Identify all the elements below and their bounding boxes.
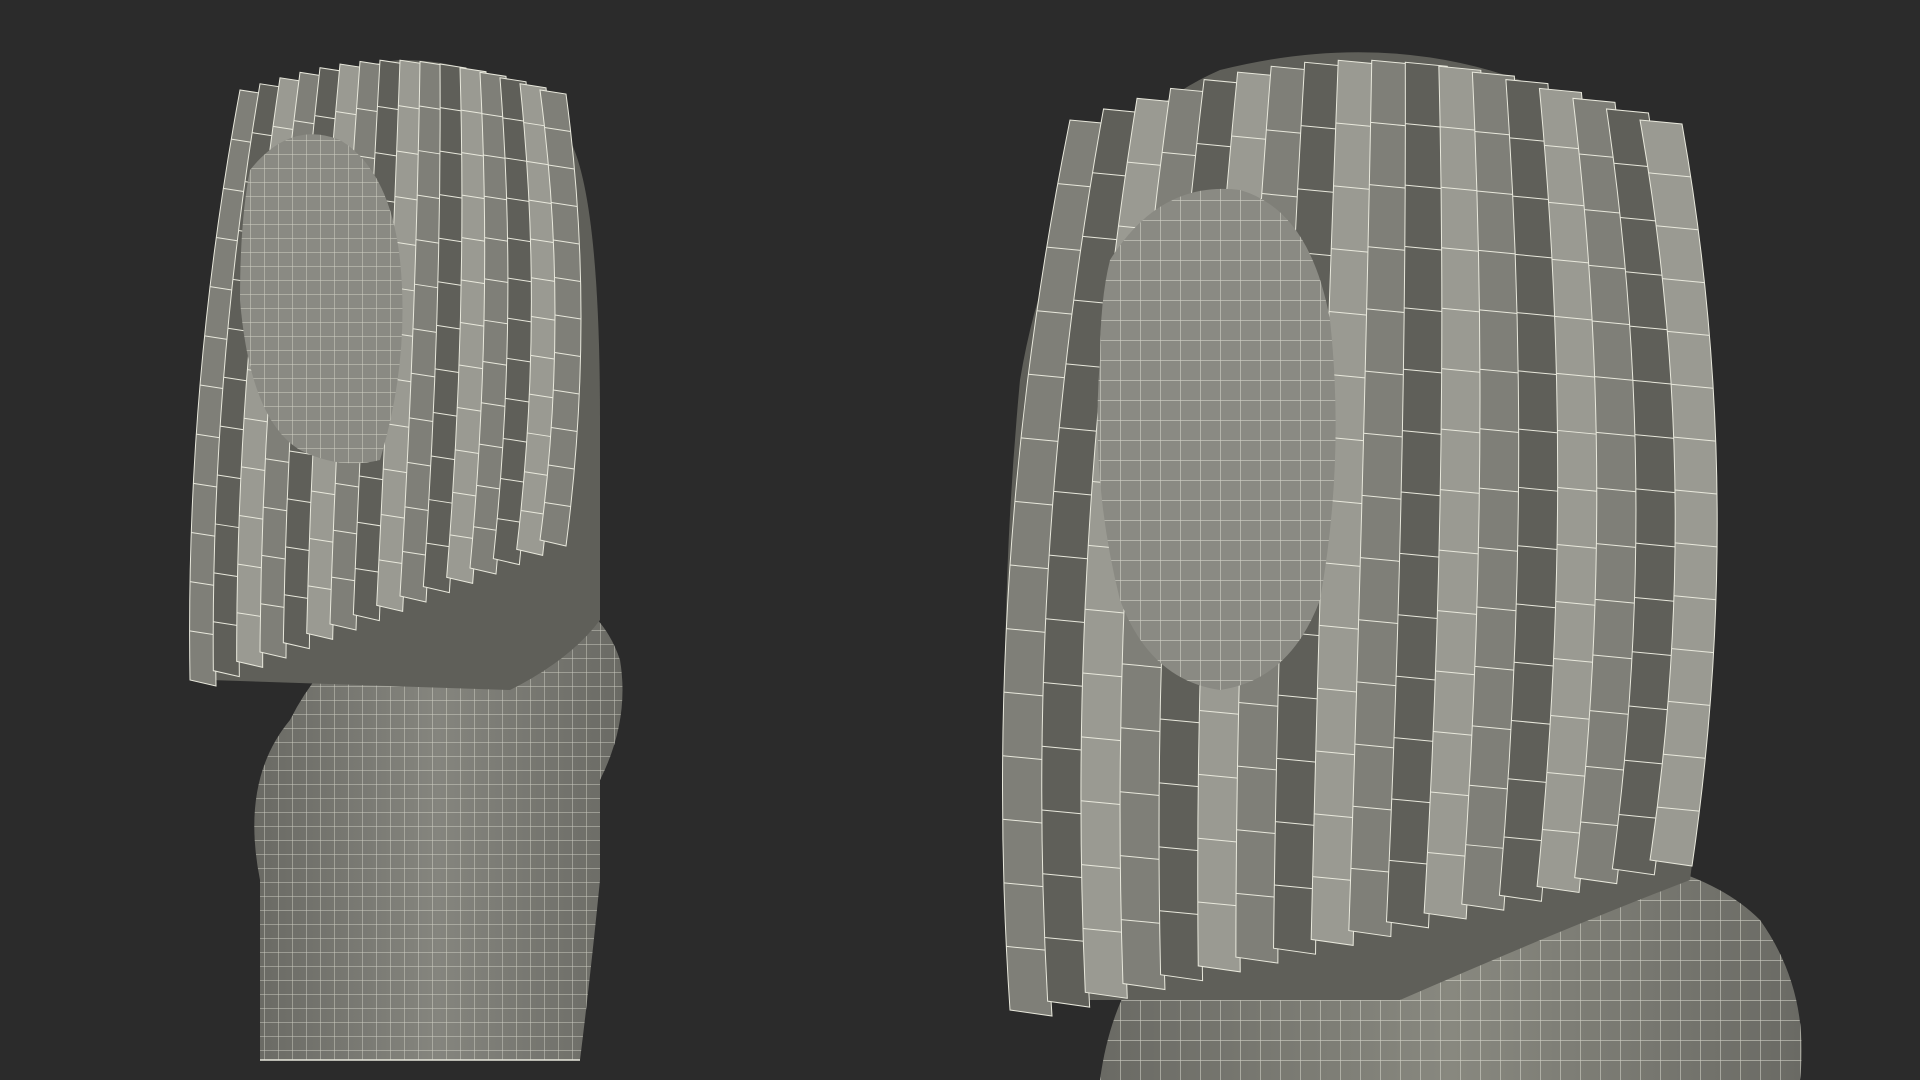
front-close-view [1000, 0, 1920, 1080]
face-visible-region-right [1097, 188, 1336, 690]
three-quarter-view [180, 0, 740, 1080]
wireframe-bust-right [1002, 52, 1802, 1080]
render-canvas [0, 0, 1920, 1080]
wireframe-bust-left [189, 59, 623, 1061]
